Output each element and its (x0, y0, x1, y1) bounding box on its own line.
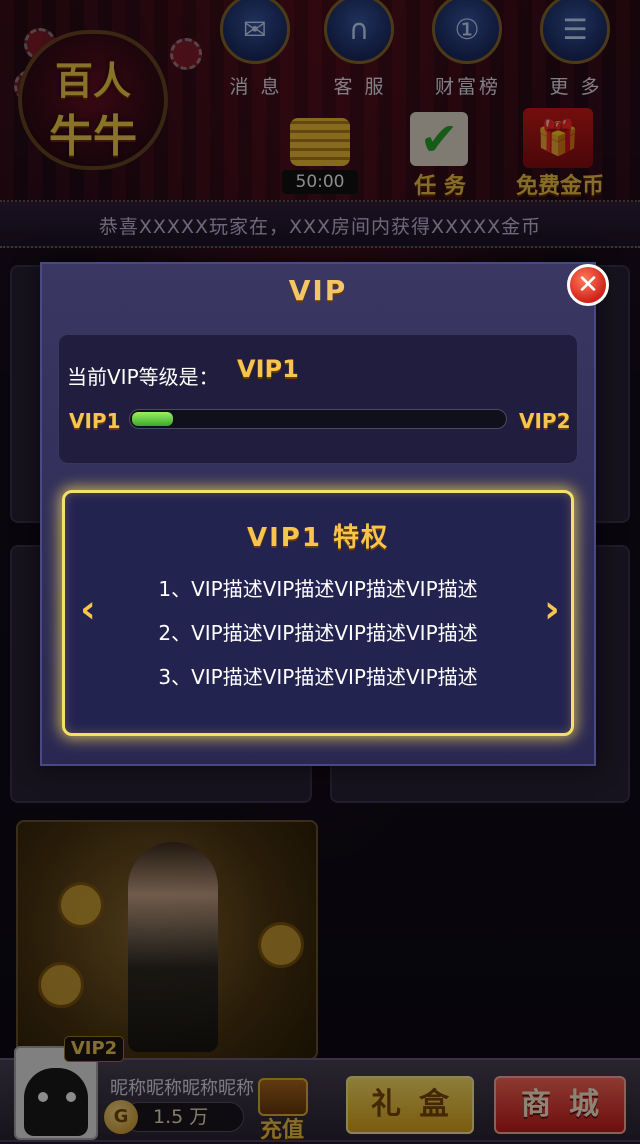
current-level-value: VIP1 (237, 355, 299, 383)
vip-progress-fill (132, 412, 173, 426)
progress-start-label: VIP1 (69, 409, 121, 433)
close-button[interactable]: ✕ (567, 264, 609, 306)
progress-end-label: VIP2 (519, 409, 571, 433)
privilege-item: 3、VIP描述VIP描述VIP描述VIP描述 (158, 665, 478, 689)
vip-level-panel: 当前VIP等级是： VIP1 VIP1 VIP2 (58, 334, 578, 464)
current-level-label: 当前VIP等级是： (67, 365, 219, 389)
privilege-item: 2、VIP描述VIP描述VIP描述VIP描述 (158, 621, 478, 645)
privilege-title: VIP1 特权 (247, 523, 389, 553)
chevron-left-icon[interactable]: ‹ (73, 589, 103, 629)
vip-progress-bar (129, 409, 507, 429)
chevron-right-icon[interactable]: › (537, 589, 567, 629)
vip-dialog: VIP 当前VIP等级是： VIP1 VIP1 VIP2 VIP1 特权 1、V… (40, 262, 596, 766)
privilege-panel: VIP1 特权 1、VIP描述VIP描述VIP描述VIP描述 2、VIP描述VI… (62, 490, 574, 736)
privilege-item: 1、VIP描述VIP描述VIP描述VIP描述 (158, 577, 478, 601)
dialog-title: VIP (288, 274, 348, 307)
